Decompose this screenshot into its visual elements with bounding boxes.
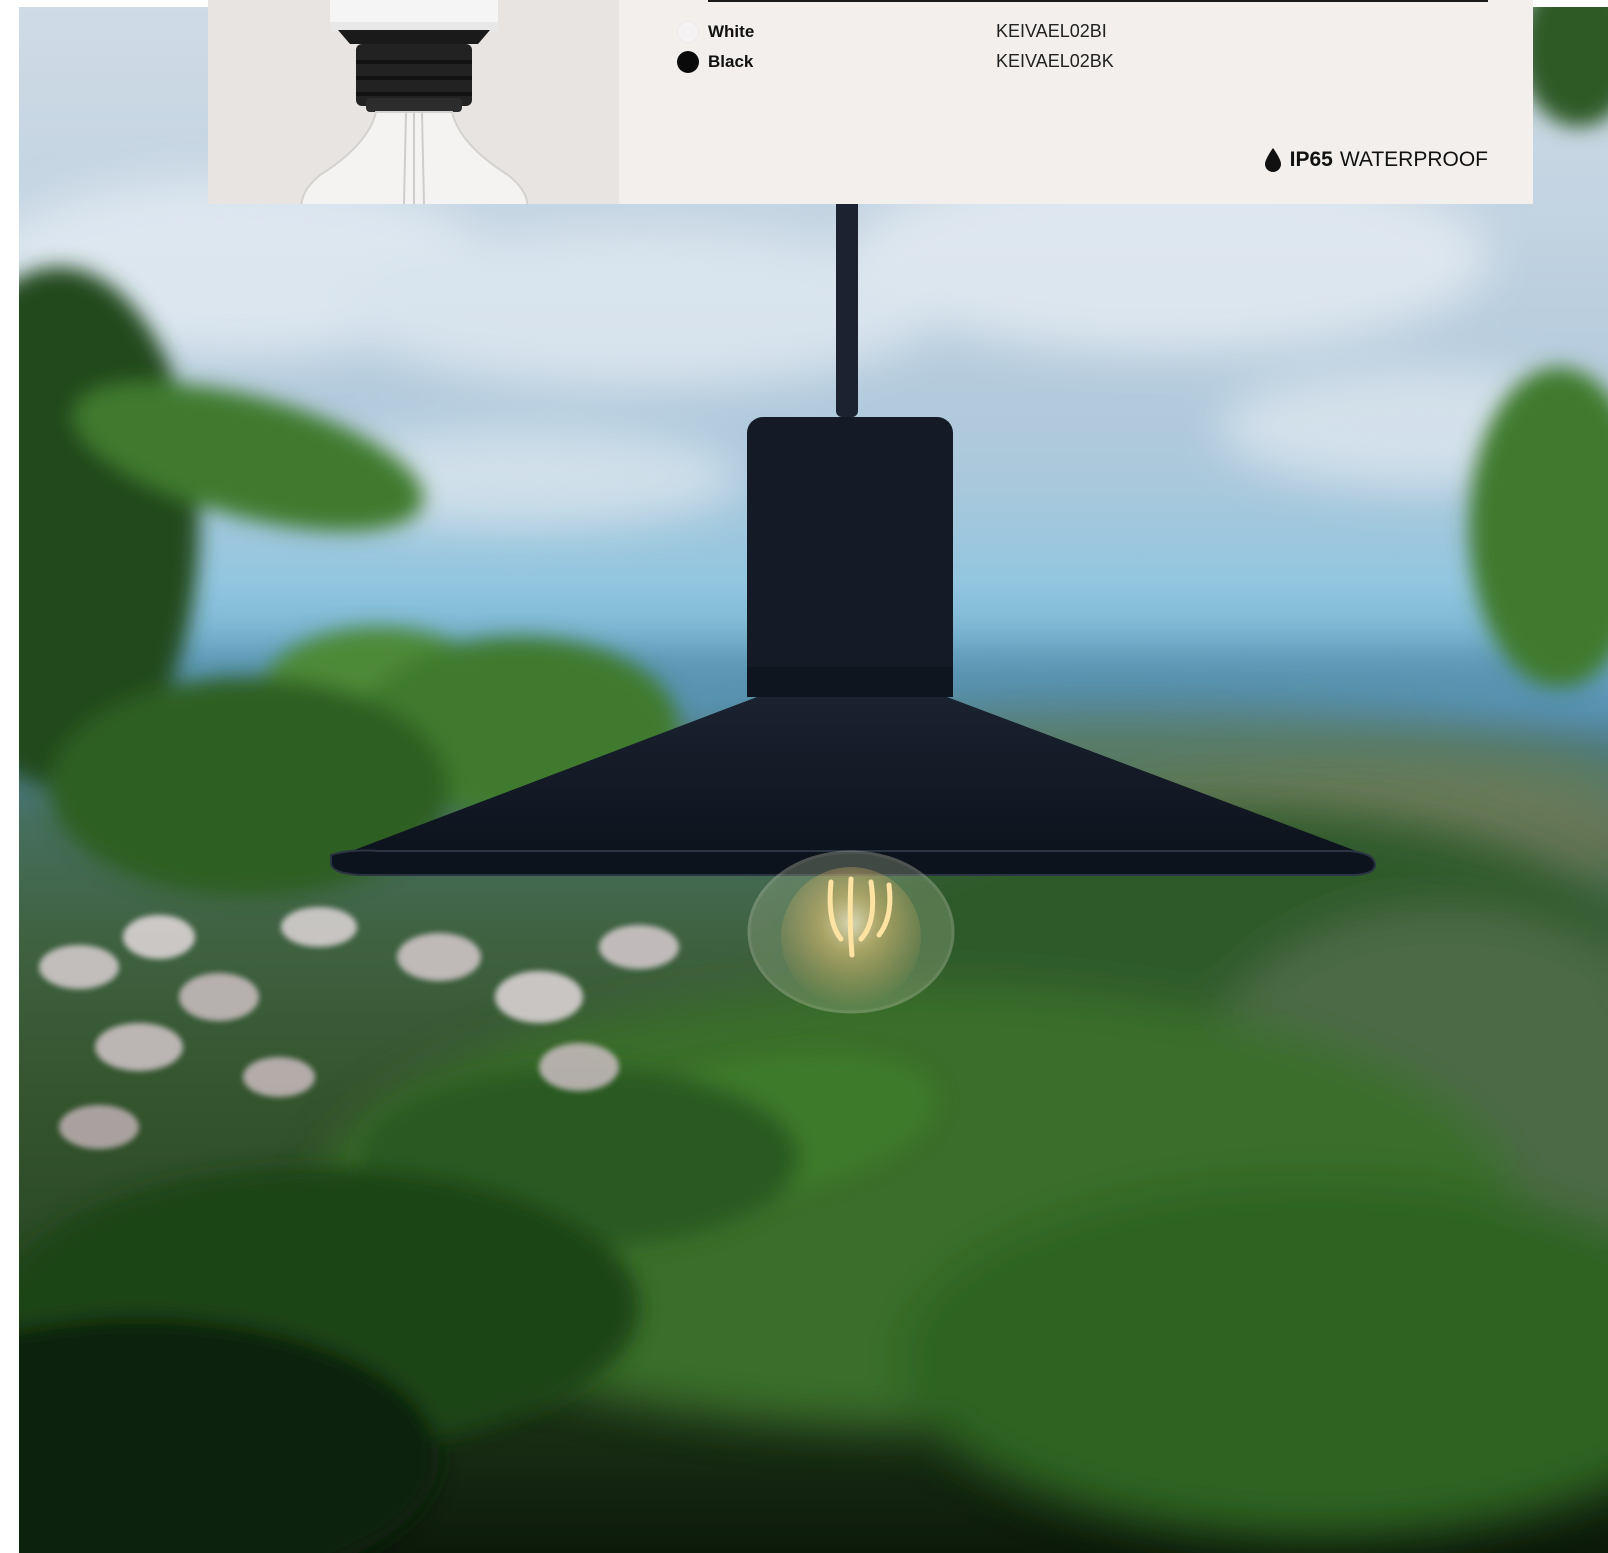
color-swatch-black — [677, 51, 699, 73]
variant-row-black: Black — [677, 49, 753, 75]
pendant-lamp-scene — [19, 7, 1608, 1553]
lamp-socket-icon — [300, 0, 529, 204]
ip-rating: IP65 — [1289, 148, 1333, 171]
product-spec-card: White KEIVAEL02BI Black KEIVAEL02BK IP65… — [208, 0, 1533, 204]
variant-code: KEIVAEL02BI — [996, 21, 1107, 41]
color-swatch-white — [677, 21, 699, 43]
waterproof-label: WATERPROOF — [1339, 148, 1488, 171]
variant-color-name: White — [708, 22, 755, 41]
variant-row-white: White — [677, 19, 754, 45]
hero-photo — [19, 7, 1608, 1553]
water-drop-icon — [1264, 148, 1281, 172]
divider-line — [708, 0, 1488, 2]
variant-code: KEIVAEL02BK — [996, 51, 1114, 71]
variant-color-name: Black — [708, 52, 754, 71]
bulb-socket-image — [208, 0, 619, 204]
waterproof-badge: IP65 WATERPROOF — [1264, 147, 1488, 173]
